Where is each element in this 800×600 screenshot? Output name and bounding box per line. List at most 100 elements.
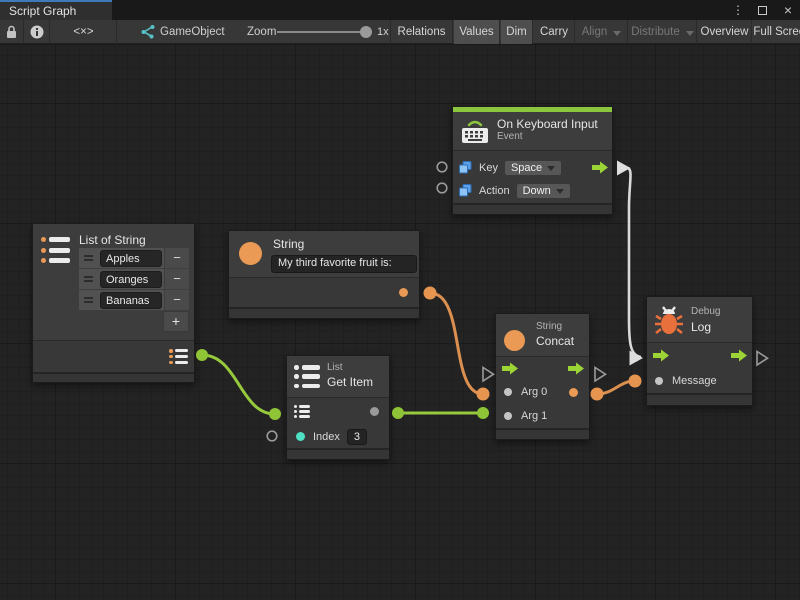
node-title: Get Item — [327, 375, 373, 389]
align-dropdown[interactable]: Align — [576, 20, 628, 44]
list-item-input[interactable]: Oranges — [100, 271, 162, 288]
list-item-row: Bananas − — [79, 290, 189, 311]
index-value-input[interactable]: 3 — [347, 429, 367, 445]
node-footer — [453, 203, 612, 214]
remove-item-button[interactable]: − — [164, 269, 189, 289]
item-output-port[interactable] — [370, 407, 379, 416]
tab-script-graph[interactable]: Script Graph — [0, 0, 112, 20]
list-item-row: Apples − — [79, 248, 189, 269]
keyboard-icon — [461, 118, 489, 144]
distribute-dropdown[interactable]: Distribute — [629, 20, 697, 44]
code-icon: <×> — [73, 26, 93, 38]
node-category: String — [536, 321, 562, 332]
drag-handle-icon[interactable] — [79, 297, 98, 303]
dropdown-arrow-icon — [556, 189, 564, 194]
action-dropdown[interactable]: Down — [517, 184, 570, 198]
string-value-input[interactable]: My third favorite fruit is: — [271, 255, 417, 273]
list-input-port[interactable] — [294, 405, 311, 418]
node-category: Debug — [691, 306, 720, 317]
info-icon — [30, 25, 44, 39]
node-debug-log[interactable]: Debug Log Message — [646, 296, 753, 406]
zoom-value: 1x — [377, 20, 389, 44]
gameobject-label[interactable]: GameObject — [160, 20, 225, 44]
message-input-port[interactable] — [655, 377, 663, 385]
relations-toggle[interactable]: Relations — [390, 20, 453, 44]
drag-handle-icon[interactable] — [79, 276, 98, 282]
graph-toolbar: <×> GameObject Zoom 1x Relations Values … — [0, 20, 800, 44]
carry-toggle[interactable]: Carry — [534, 20, 575, 44]
trigger-input-arrow-icon[interactable] — [502, 362, 518, 375]
arg1-port-label: Arg 1 — [521, 410, 547, 422]
zoom-slider-knob[interactable] — [360, 26, 372, 38]
window-menu-icon[interactable]: ⋮ — [728, 0, 748, 20]
key-port-label: Key — [479, 162, 498, 174]
fullscreen-button[interactable]: Full Screen — [753, 20, 800, 44]
string-type-icon — [504, 330, 525, 351]
chevron-down-icon — [686, 31, 694, 36]
arg0-input-port[interactable] — [504, 388, 512, 396]
list-output-port[interactable] — [169, 349, 188, 364]
dropdown-arrow-icon — [547, 166, 555, 171]
trigger-input-arrow-icon[interactable] — [653, 349, 669, 362]
values-toggle[interactable]: Values — [454, 20, 500, 44]
node-concat[interactable]: String Concat Arg 0 Arg 1 — [495, 313, 590, 440]
node-get-item[interactable]: List Get Item Index 3 — [286, 355, 390, 460]
lock-button[interactable] — [0, 20, 24, 44]
node-footer — [229, 307, 419, 318]
result-output-port[interactable] — [569, 388, 578, 397]
node-footer — [496, 428, 589, 439]
list-editor: Apples − Oranges − Bananas − + — [79, 248, 189, 332]
node-footer — [287, 448, 389, 459]
node-footer — [647, 393, 752, 404]
string-output-port[interactable] — [399, 288, 408, 297]
lock-icon — [5, 25, 18, 39]
code-view-button[interactable]: <×> — [51, 20, 117, 44]
chevron-down-icon — [613, 31, 621, 36]
trigger-output-arrow-icon[interactable] — [731, 349, 747, 362]
node-subtitle: Event — [497, 131, 598, 142]
node-title: String — [273, 237, 304, 251]
key-dropdown[interactable]: Space — [505, 161, 561, 175]
message-port-label: Message — [672, 375, 717, 387]
list-item-input[interactable]: Bananas — [100, 292, 162, 309]
zoom-label: Zoom — [247, 20, 276, 44]
zoom-slider-track[interactable] — [277, 31, 372, 33]
gameobject-icon — [140, 25, 155, 39]
node-category: List — [327, 362, 343, 373]
drag-handle-icon[interactable] — [79, 255, 98, 261]
node-title: Log — [691, 320, 711, 334]
remove-item-button[interactable]: − — [164, 248, 189, 268]
index-input-port[interactable] — [296, 432, 305, 441]
arg0-port-label: Arg 0 — [521, 386, 547, 398]
node-footer — [33, 372, 194, 382]
overview-button[interactable]: Overview — [698, 20, 752, 44]
script-graph-window: Script Graph ⋮ × <×> — [0, 0, 800, 600]
add-item-button[interactable]: + — [163, 311, 189, 332]
action-port-label: Action — [479, 185, 510, 197]
list-item-row: Oranges − — [79, 269, 189, 290]
tab-title: Script Graph — [9, 4, 76, 18]
trigger-output-arrow-icon[interactable] — [568, 362, 584, 375]
window-maximize-icon[interactable] — [752, 0, 772, 20]
node-title: On Keyboard Input — [497, 117, 598, 131]
trigger-output-arrow-icon[interactable] — [592, 161, 608, 174]
node-string-literal[interactable]: String My third favorite fruit is: — [228, 230, 420, 319]
node-on-keyboard-input[interactable]: On Keyboard Input Event Key Space — [452, 106, 613, 215]
dim-toggle[interactable]: Dim — [501, 20, 533, 44]
tab-bar: Script Graph ⋮ × — [0, 0, 800, 20]
list-icon — [41, 237, 71, 263]
list-item-input[interactable]: Apples — [100, 250, 162, 267]
enum-icon — [459, 161, 472, 174]
enum-icon — [459, 184, 472, 197]
window-close-icon[interactable]: × — [778, 0, 798, 20]
node-title: List of String — [79, 233, 146, 247]
info-button[interactable] — [25, 20, 50, 44]
arg1-input-port[interactable] — [504, 412, 512, 420]
string-type-icon — [239, 242, 262, 265]
list-icon — [294, 365, 320, 388]
index-port-label: Index — [313, 431, 340, 443]
bug-icon — [655, 304, 683, 336]
remove-item-button[interactable]: − — [164, 290, 189, 310]
node-title: Concat — [536, 334, 574, 348]
node-list-of-string[interactable]: List of String Apples − Oranges − Banana… — [32, 223, 195, 383]
